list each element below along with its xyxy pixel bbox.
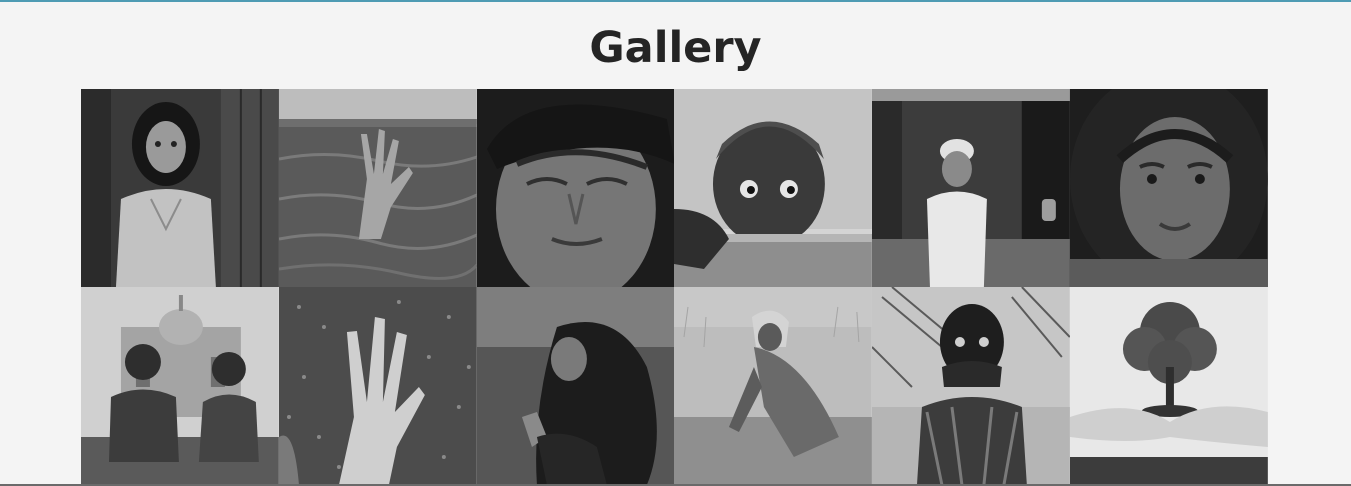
page-title: Gallery — [589, 23, 762, 73]
gallery-image-child-covering-mouth[interactable] — [872, 287, 1071, 485]
gallery-image-girl-by-wooden-door[interactable] — [81, 89, 279, 287]
gallery-image-boy-with-tear[interactable] — [476, 89, 675, 287]
gallery-image-girl-looking-up[interactable] — [476, 287, 675, 485]
gallery-image-children-before-monument[interactable] — [81, 287, 279, 485]
gallery-image-old-man-by-hut[interactable] — [872, 89, 1071, 287]
header-top-border — [0, 0, 1351, 2]
gallery-image-girl-with-curly-hair[interactable] — [1070, 89, 1268, 287]
gallery-image-boy-peering-over-pipe[interactable] — [674, 89, 873, 287]
gallery-image-hand-on-rainy-glass[interactable] — [278, 287, 477, 485]
gallery-image-woman-working-in-field[interactable] — [674, 287, 873, 485]
gallery-image-tree-in-cupped-hands[interactable] — [1070, 287, 1268, 485]
gallery-image-hand-reaching-from-water[interactable] — [278, 89, 477, 287]
gallery-grid — [81, 89, 1268, 486]
